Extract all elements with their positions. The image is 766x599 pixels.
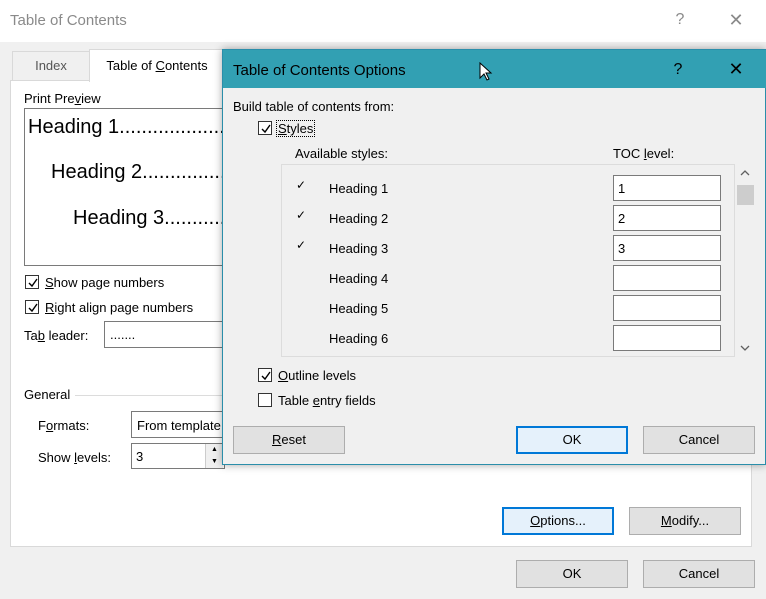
outline-levels-checkbox[interactable] [258, 368, 272, 382]
checkmark-icon [261, 124, 271, 134]
scroll-thumb[interactable] [737, 185, 754, 205]
toc-level-label: TOC level: [613, 146, 675, 161]
show-levels-label: Show levels: [38, 450, 111, 465]
right-align-label: Right align page numbers [45, 300, 194, 315]
right-align-checkbox[interactable] [25, 300, 39, 314]
spin-down-icon[interactable]: ▼ [205, 456, 223, 468]
general-section-label: General [24, 387, 71, 402]
toc-level-input[interactable] [613, 325, 721, 351]
tab-leader-label: Tab leader: [24, 328, 89, 343]
tab-index[interactable]: Index [12, 51, 90, 80]
style-name: Heading 1 [329, 181, 389, 196]
style-name: Heading 6 [329, 331, 389, 346]
outer-cancel-button[interactable]: Cancel [643, 560, 755, 588]
chevron-up-icon[interactable] [738, 166, 752, 180]
print-preview-label: Print Preview [24, 91, 101, 106]
checkmark-icon [261, 371, 271, 381]
options-button[interactable]: Options... [502, 507, 614, 535]
style-name: Heading 3 [329, 241, 389, 256]
outline-levels-label: Outline levels [278, 368, 357, 383]
mouse-cursor-icon [479, 62, 493, 81]
table-entry-fields-checkbox[interactable] [258, 393, 272, 407]
table-entry-fields-label: Table entry fields [278, 393, 376, 408]
inner-ok-button[interactable]: OK [516, 426, 628, 454]
toc-level-input[interactable]: 2 [613, 205, 721, 231]
outer-ok-button[interactable]: OK [516, 560, 628, 588]
preview-line-heading-1: Heading 1.................... [28, 116, 231, 138]
checkmark-icon [28, 278, 38, 288]
reset-button[interactable]: Reset [233, 426, 345, 454]
formats-select[interactable]: From template [131, 411, 231, 438]
outer-close-icon[interactable]: ✕ [727, 10, 745, 31]
toc-level-input[interactable] [613, 295, 721, 321]
general-divider [75, 395, 235, 396]
inner-dialog-title: Table of Contents Options [233, 62, 406, 79]
styles-label: Styles [275, 120, 316, 137]
style-name: Heading 4 [329, 271, 389, 286]
formats-label: Formats: [38, 418, 90, 433]
outer-help-icon[interactable]: ? [673, 11, 687, 29]
inner-help-icon[interactable]: ? [671, 61, 685, 79]
toc-level-input[interactable]: 3 [613, 235, 721, 261]
inner-close-icon[interactable]: ✕ [727, 59, 745, 80]
preview-line-heading-3: Heading 3.................... [73, 207, 233, 229]
toc-level-input[interactable] [613, 265, 721, 291]
inner-cancel-button[interactable]: Cancel [643, 426, 755, 454]
outer-dialog-title: Table of Contents [10, 12, 127, 29]
chevron-down-icon[interactable] [738, 341, 752, 355]
styles-checkbox[interactable] [258, 121, 272, 135]
spin-up-icon[interactable]: ▲ [205, 444, 223, 456]
style-name: Heading 2 [329, 211, 389, 226]
heading-1-check-icon: ✓ [296, 178, 307, 192]
tab-table-of-contents[interactable]: Table of Contents [89, 49, 225, 82]
show-page-numbers-label: Show page numbers [45, 275, 165, 290]
toc-level-input[interactable]: 1 [613, 175, 721, 201]
tab-leader-select[interactable]: ....... [104, 321, 232, 348]
heading-2-check-icon: ✓ [296, 208, 307, 222]
style-name: Heading 5 [329, 301, 389, 316]
available-styles-label: Available styles: [295, 146, 388, 161]
checkmark-icon [28, 303, 38, 313]
show-page-numbers-checkbox[interactable] [25, 275, 39, 289]
build-from-label: Build table of contents from: [233, 99, 395, 114]
preview-line-heading-2: Heading 2.................... [51, 161, 234, 183]
modify-button[interactable]: Modify... [629, 507, 741, 535]
print-preview-box: Heading 1.................... Heading 2.… [24, 108, 234, 266]
heading-3-check-icon: ✓ [296, 238, 307, 252]
